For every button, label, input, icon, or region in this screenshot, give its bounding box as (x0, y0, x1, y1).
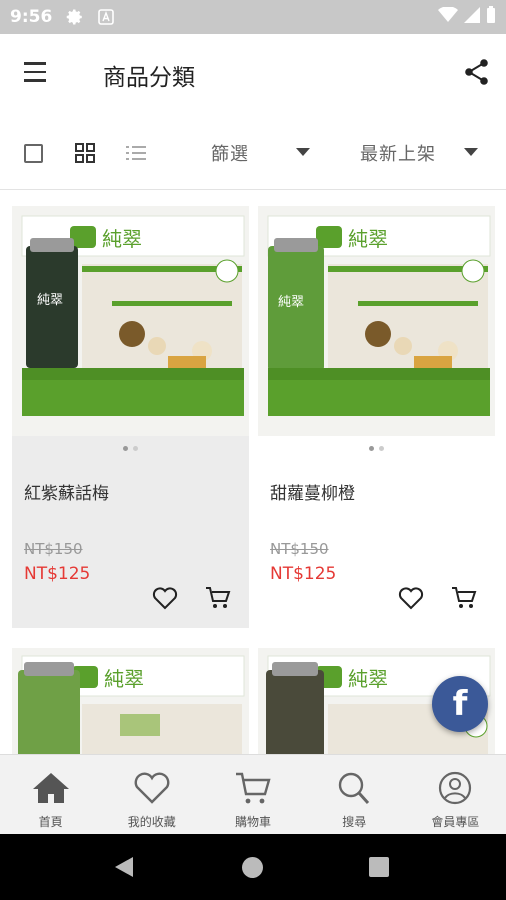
product-name: 紅紫蘇話梅 (24, 484, 109, 504)
app-bar: 商品分類 (0, 34, 506, 116)
product-image[interactable]: 純翠 純翠 (12, 206, 249, 436)
product-image[interactable]: 純翠 (12, 648, 249, 754)
checkbox-icon[interactable] (24, 144, 43, 163)
product-image[interactable]: 純翠 純翠 (258, 206, 495, 436)
system-nav-bar (0, 834, 506, 900)
svg-text:純翠: 純翠 (348, 667, 388, 691)
tab-label: 首頁 (38, 815, 63, 829)
list-view-icon[interactable] (126, 143, 148, 167)
tab-label: 購物車 (235, 815, 272, 829)
svg-text:純翠: 純翠 (278, 295, 304, 310)
user-icon (435, 771, 475, 809)
svg-text:純翠: 純翠 (348, 227, 388, 251)
share-icon[interactable] (464, 58, 490, 90)
product-card[interactable]: 純翠 (12, 648, 249, 754)
svg-text:純翠: 純翠 (102, 227, 142, 251)
tab-label: 我的收藏 (127, 815, 176, 829)
cart-icon (233, 771, 273, 809)
bottom-tab-bar: 首頁 我的收藏 購物車 搜尋 會員專區 (0, 754, 506, 834)
tab-favorites[interactable]: 我的收藏 (101, 755, 202, 834)
sale-price: NT$125 (24, 564, 91, 584)
tab-member[interactable]: 會員專區 (405, 755, 506, 834)
svg-text:純翠: 純翠 (37, 293, 63, 308)
cart-icon[interactable] (451, 586, 477, 614)
filter-label: 篩選 (211, 144, 249, 165)
a-icon (98, 9, 115, 25)
battery-icon (486, 6, 496, 28)
svg-text:純翠: 純翠 (104, 667, 144, 691)
heart-icon[interactable] (398, 586, 424, 614)
product-card[interactable]: 純翠 純翠 甜蘿蔓柳橙 NT$150 NT$125 (258, 206, 495, 628)
tab-cart[interactable]: 購物車 (202, 755, 303, 834)
product-grid: 純翠 純翠 紅紫蘇話梅 NT$150 NT$125 純翠 純翠 甜蘿蔓柳橙 NT… (0, 190, 506, 754)
product-card[interactable]: 純翠 純翠 紅紫蘇話梅 NT$150 NT$125 (12, 206, 249, 628)
image-pager-dots (12, 446, 249, 451)
tab-label: 會員專區 (431, 815, 480, 829)
original-price: NT$150 (24, 540, 83, 558)
sort-dropdown[interactable]: 最新上架 (360, 140, 478, 166)
tab-search[interactable]: 搜尋 (304, 755, 405, 834)
status-time: 9:56 (10, 7, 53, 27)
wifi-icon (438, 6, 458, 27)
original-price: NT$150 (270, 540, 329, 558)
search-icon (334, 771, 374, 809)
heart-icon[interactable] (152, 586, 178, 614)
facebook-button[interactable]: f (432, 676, 488, 732)
filter-dropdown[interactable]: 篩選 (211, 140, 310, 166)
signal-icon (464, 7, 480, 27)
grid-view-icon[interactable] (75, 143, 95, 167)
tab-label: 搜尋 (342, 815, 367, 829)
sort-label: 最新上架 (360, 144, 436, 165)
cart-icon[interactable] (205, 586, 231, 614)
hamburger-icon[interactable] (24, 62, 54, 86)
chevron-down-icon (464, 148, 478, 156)
back-icon[interactable] (113, 855, 135, 883)
home-icon (31, 771, 71, 809)
product-name: 甜蘿蔓柳橙 (270, 484, 355, 504)
chevron-down-icon (296, 148, 310, 156)
tab-home[interactable]: 首頁 (0, 755, 101, 834)
home-button[interactable] (242, 857, 263, 878)
gear-icon (66, 8, 84, 26)
facebook-icon: f (452, 684, 468, 724)
image-pager-dots (258, 446, 495, 451)
status-bar: 9:56 (0, 0, 506, 34)
filter-toolbar: 篩選 最新上架 (0, 116, 506, 190)
recents-button[interactable] (369, 857, 389, 877)
sale-price: NT$125 (270, 564, 337, 584)
page-title: 商品分類 (103, 65, 195, 91)
heart-icon (132, 771, 172, 809)
